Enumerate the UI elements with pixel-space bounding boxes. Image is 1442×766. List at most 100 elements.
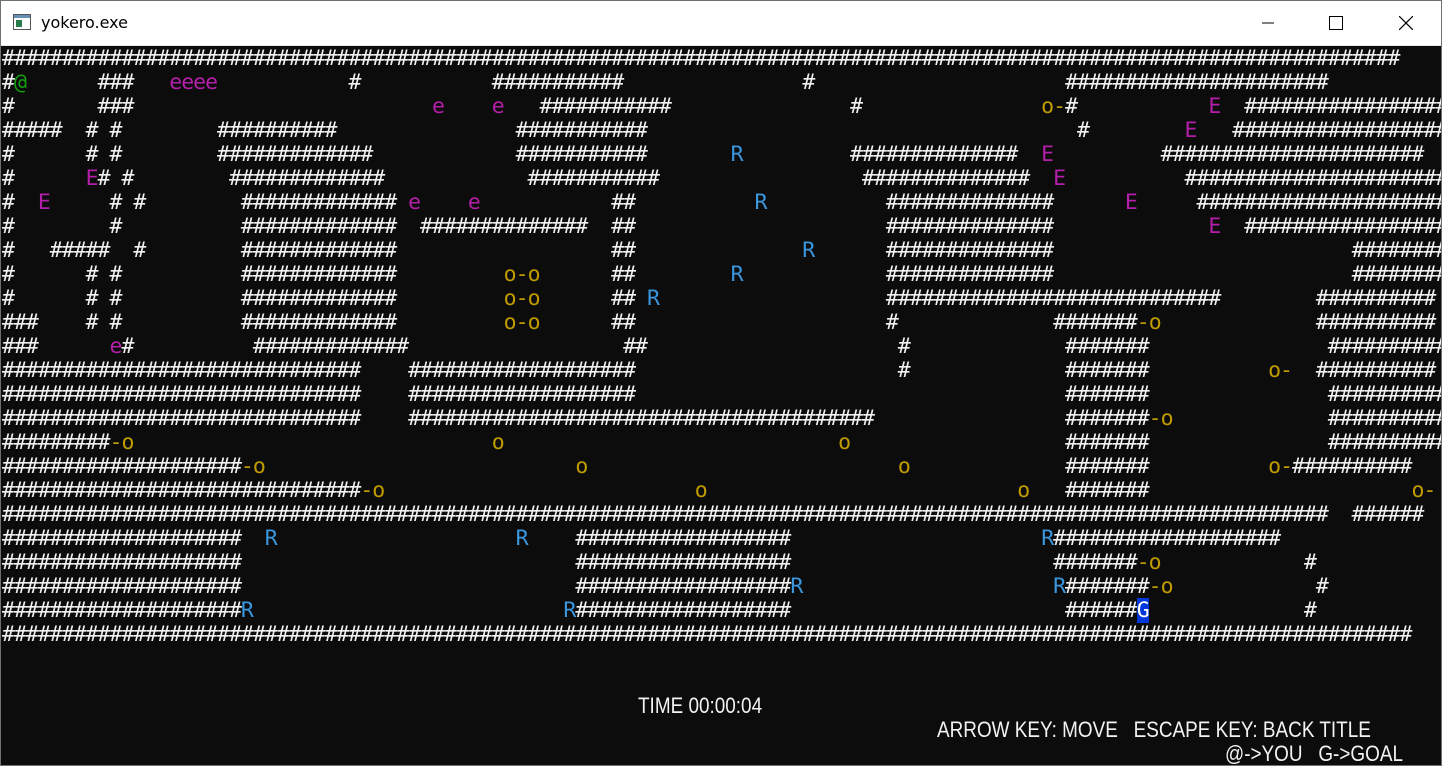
small-enemy: e [169, 70, 182, 95]
map-row: # E# # ############# ########### #######… [2, 166, 1441, 191]
title-bar[interactable]: yokero.exe [1, 1, 1441, 46]
runner-enemy: R [240, 598, 254, 623]
runner-enemy: R [1041, 526, 1054, 551]
map-row: # E # # ############# e e ## R #########… [2, 190, 1441, 215]
small-enemy: e [432, 94, 445, 119]
coin: o [1148, 550, 1162, 575]
coin: o [252, 454, 266, 479]
runner-enemy: R [515, 526, 529, 551]
small-enemy: e [193, 70, 206, 95]
small-enemy: e [181, 70, 194, 95]
close-icon [1399, 16, 1413, 30]
coin: o [503, 262, 517, 287]
large-enemy: E [1053, 166, 1066, 191]
coin: o [1268, 358, 1281, 383]
coin-link: - [1148, 574, 1162, 599]
coin: o [838, 430, 851, 455]
runner-enemy: R [647, 286, 660, 311]
large-enemy: E [1124, 190, 1138, 215]
map-row: #########-o o o ####### ########## [2, 430, 1441, 455]
map-row: #################### ##################R… [2, 574, 1329, 599]
console-app-icon [13, 14, 31, 30]
coin: o [1411, 478, 1424, 503]
runner-enemy: R [730, 262, 744, 287]
map-row: ##############################-o o o ###… [2, 478, 1436, 503]
coin: o [527, 262, 541, 287]
map-row: ############################## #########… [2, 382, 1441, 407]
runner-enemy: R [563, 598, 576, 623]
map-row: ### # # ############# o-o ## # #######-o… [2, 310, 1436, 335]
coin: o [1148, 310, 1162, 335]
map-row: # # # ############# o-o ## R ###########… [2, 286, 1436, 311]
coin-link: - [1053, 94, 1066, 119]
runner-enemy: R [264, 526, 278, 551]
coin: o [1268, 454, 1281, 479]
coin-link: - [1280, 358, 1293, 383]
controls-hint: ARROW KEY: MOVE ESCAPE KEY: BACK TITLE [937, 717, 1371, 742]
timer-readout: TIME 00:00:04 [638, 693, 763, 718]
coin-link: - [515, 310, 529, 335]
coin: o [694, 478, 708, 503]
map-row: # # # ############# o-o ## R ###########… [2, 262, 1441, 287]
small-enemy: e [467, 190, 481, 215]
runner-enemy: R [802, 238, 815, 263]
close-button[interactable] [1383, 1, 1429, 45]
goal-marker: G [1136, 598, 1150, 623]
map-row: #@ ### eeee # ########### # ############… [2, 70, 1329, 95]
runner-enemy: R [790, 574, 803, 599]
coin: o [503, 286, 517, 311]
maximize-button[interactable] [1313, 1, 1359, 45]
coin: o [1160, 574, 1174, 599]
runner-enemy: R [730, 142, 744, 167]
large-enemy: E [1184, 118, 1197, 143]
map-row: ############################## #########… [2, 358, 1436, 383]
map-row: ####################R R#################… [2, 598, 1317, 623]
map-row: ########################################… [2, 622, 1412, 647]
map-row: ############################## #########… [2, 406, 1441, 431]
coin-link: - [1136, 310, 1150, 335]
coin: o [1160, 406, 1174, 431]
map-row: # # # ############# ########### R ######… [2, 142, 1424, 167]
large-enemy: E [37, 190, 51, 215]
map-row: #################### ################## … [2, 550, 1317, 575]
player-marker: @ [13, 70, 27, 95]
app-window: yokero.exe #############################… [0, 0, 1442, 766]
coin-link: - [1280, 454, 1293, 479]
map-row: ####################-o o o ####### o-###… [2, 454, 1412, 479]
coin: o [121, 430, 134, 455]
coin-link: - [240, 454, 254, 479]
small-enemy: e [491, 94, 505, 119]
large-enemy: E [1208, 94, 1221, 119]
small-enemy: e [205, 70, 218, 95]
large-enemy: E [1041, 142, 1054, 167]
coin: o [503, 310, 517, 335]
small-enemy: e [408, 190, 421, 215]
map-row: #################### R R ###############… [2, 526, 1293, 551]
coin-link: - [1148, 406, 1162, 431]
minimize-icon [1262, 22, 1274, 24]
maze-map: ########################################… [2, 47, 1441, 647]
coin: o [491, 430, 505, 455]
map-row: ########################################… [2, 502, 1441, 527]
coin: o [527, 286, 541, 311]
map-row: ########################################… [2, 46, 1400, 71]
coin: o [372, 478, 385, 503]
map-row: ### e# ############# ## # ####### ######… [2, 334, 1441, 359]
small-enemy: e [109, 334, 123, 359]
window-title: yokero.exe [41, 13, 128, 32]
minimize-button[interactable] [1245, 1, 1291, 45]
coin-link: - [1136, 550, 1150, 575]
large-enemy: E [1208, 214, 1221, 239]
coin-link: - [360, 478, 373, 503]
map-row: ##### # # ########## ########### # E ###… [2, 118, 1441, 143]
coin-link: - [515, 286, 529, 311]
coin: o [575, 454, 588, 479]
game-console[interactable]: ########################################… [1, 46, 1441, 765]
map-row: # ### e e ########### # o-# E ##########… [2, 94, 1441, 119]
coin: o [1041, 94, 1054, 119]
runner-enemy: R [754, 190, 768, 215]
map-row: # # ############# ############## ## ####… [2, 214, 1441, 239]
coin-link: - [1423, 478, 1436, 503]
coin-link: - [515, 262, 529, 287]
coin-link: - [109, 430, 123, 455]
